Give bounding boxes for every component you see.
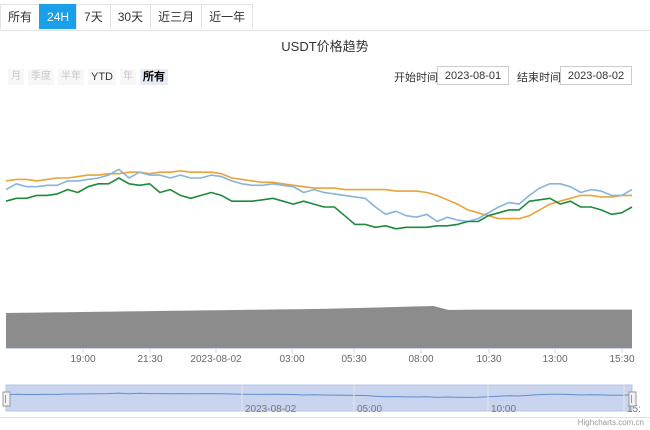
navigator-handle-0 [2, 391, 11, 407]
series-line-3 [5, 177, 633, 230]
navigator-tick-label-2: 10:00 [491, 404, 516, 415]
price-chart[interactable]: 19:00 21:30 2023-08-02 03:00 05:30 08:00 10:30… [0, 0, 650, 430]
navigator-tick-label-1: 05:00 [357, 404, 382, 415]
navigator-window [5, 384, 633, 412]
credit-link[interactable]: Highcharts.com.cn [578, 418, 644, 427]
series-line-2 [5, 168, 633, 223]
x-tick-label-7: 13:00 [542, 354, 567, 365]
x-tick-label-2: 2023-08-02 [190, 354, 242, 365]
volume-area [6, 306, 632, 348]
x-tick-label-5: 08:00 [408, 354, 433, 365]
x-tick-label-3: 03:00 [279, 354, 304, 365]
x-tick-label-0: 19:00 [70, 354, 95, 365]
x-tick-label-1: 21:30 [137, 354, 162, 365]
x-tick-label-4: 05:30 [341, 354, 366, 365]
navigator-tick-label-0: 2023-08-02 [245, 404, 297, 415]
x-tick-label-6: 10:30 [476, 354, 501, 365]
x-tick-label-8: 15:30 [609, 354, 634, 365]
navigator-handle-1 [628, 391, 637, 407]
